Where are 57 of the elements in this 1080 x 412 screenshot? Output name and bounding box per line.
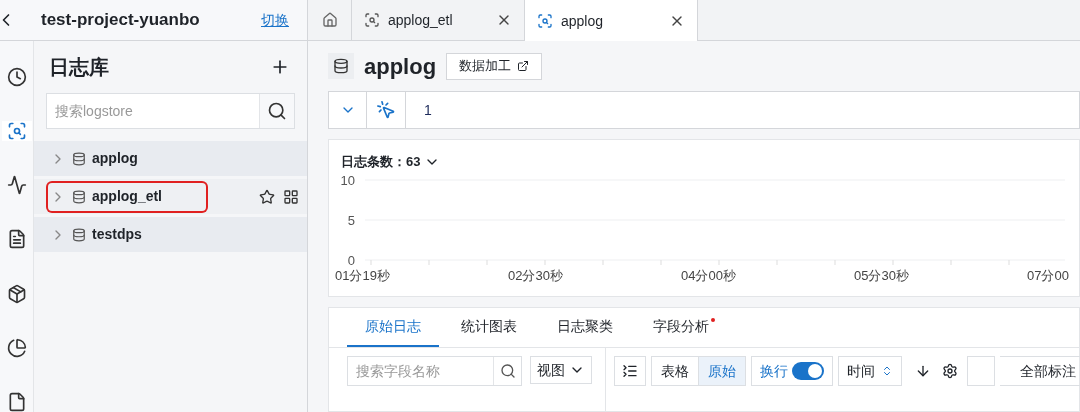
home-icon: [321, 12, 338, 28]
query-input[interactable]: 1: [406, 92, 1079, 128]
axis-label: 01分19秒: [335, 266, 391, 285]
tab-label: applog: [561, 11, 604, 31]
logstore-row[interactable]: applog_etl: [34, 179, 307, 214]
star-icon[interactable]: [259, 188, 275, 205]
sort-icon: [881, 365, 893, 377]
logstore-row[interactable]: applog: [34, 141, 307, 176]
axis-label: 5: [347, 212, 355, 228]
logstore-title: applog: [364, 52, 437, 81]
mark-all-button[interactable]: 全部标注: [1000, 356, 1080, 386]
database-icon: [333, 58, 349, 74]
search-icon[interactable]: [267, 101, 287, 121]
sort-button[interactable]: 时间: [838, 356, 902, 386]
axis-label: 04分00秒: [681, 266, 737, 285]
view-select[interactable]: 视图: [530, 356, 592, 384]
search-icon[interactable]: [499, 363, 516, 379]
axis-label: 0: [347, 252, 355, 266]
logstore-search-field[interactable]: 搜索logstore: [46, 93, 295, 129]
logstore-row[interactable]: testdps: [34, 217, 307, 252]
logstore-name: testdps: [92, 225, 142, 244]
project-title: test-project-yuanbo: [41, 9, 200, 32]
database-icon: [72, 151, 86, 166]
result-tab[interactable]: 字段分析: [635, 307, 727, 347]
log-count-title: 日志条数：63: [341, 153, 421, 171]
switch-link[interactable]: 切换: [261, 9, 289, 31]
sidebar-title: 日志库: [49, 55, 109, 80]
axis-label: 07分00: [1027, 266, 1070, 285]
grid-icon[interactable]: [283, 188, 299, 205]
wrap-toggle[interactable]: 换行: [751, 356, 833, 386]
list-icon: [622, 363, 638, 379]
field-search-field[interactable]: 搜索字段名称: [347, 356, 522, 386]
collapse-button[interactable]: [614, 356, 646, 386]
page-tab[interactable]: applog: [525, 0, 698, 42]
data-processing-button[interactable]: 数据加工: [446, 52, 543, 80]
logstore-name: applog_etl: [92, 187, 162, 206]
field-search-input[interactable]: 搜索字段名称: [348, 357, 493, 385]
view-mode-tab[interactable]: 原始: [699, 356, 746, 386]
result-tab[interactable]: 原始日志: [347, 307, 439, 347]
settings-icon[interactable]: [942, 363, 958, 379]
download-icon[interactable]: [915, 363, 931, 379]
database-icon: [72, 227, 86, 242]
result-tab[interactable]: 日志聚类: [539, 307, 631, 347]
query-icon: [364, 12, 380, 28]
pointer-click-icon: [376, 100, 396, 120]
axis-label: 05分30秒: [854, 266, 910, 285]
axis-label: 10: [340, 172, 355, 188]
view-mode-tab[interactable]: 表格: [651, 356, 699, 386]
query-icon: [537, 13, 553, 29]
logstore-name: applog: [92, 149, 138, 168]
external-link-icon: [517, 60, 530, 72]
tab-label: applog_etl: [388, 10, 453, 30]
axis-label: 02分30秒: [508, 266, 564, 285]
database-icon: [72, 189, 86, 204]
query-bar[interactable]: 1: [328, 91, 1080, 129]
logstore-search-input[interactable]: 搜索logstore: [47, 94, 259, 128]
result-tab[interactable]: 统计图表: [443, 307, 535, 347]
